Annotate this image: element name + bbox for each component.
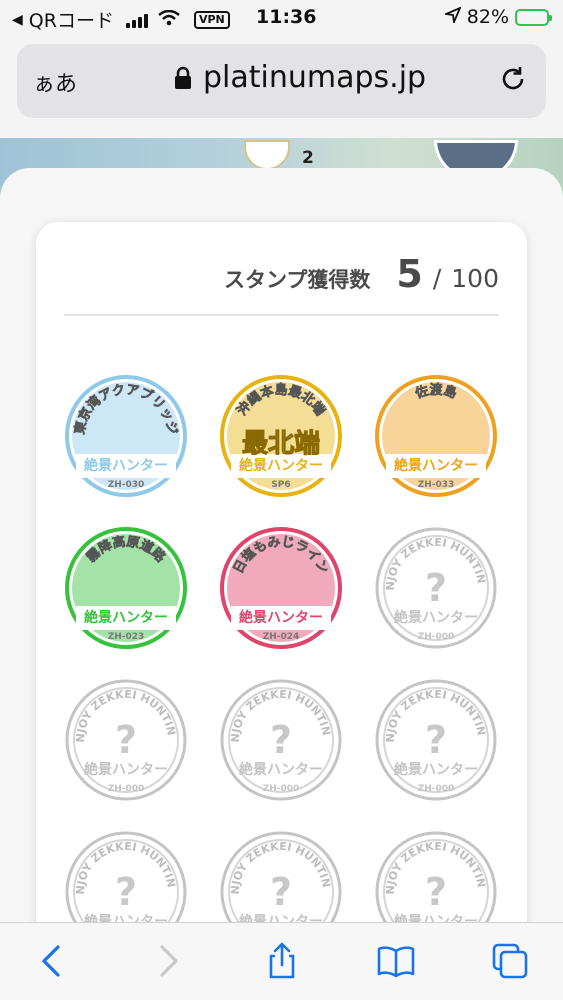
share-icon[interactable]	[262, 941, 302, 981]
stamp-code: ZH-000	[418, 784, 455, 794]
forward-icon[interactable]	[148, 941, 188, 981]
browser-toolbar	[0, 922, 563, 1000]
stamp-code: ZH-023	[108, 632, 145, 642]
svg-text:?: ?	[270, 870, 292, 914]
status-bar: ◀ QRコード VPN 11:36 82%	[0, 0, 563, 36]
stamp-acquired[interactable]: 沖縄本島最北端 最北端 絶景ハンター SP6	[219, 374, 343, 498]
stamp-brand: 絶景ハンター	[84, 761, 168, 778]
stamp-acquired[interactable]: 霧降高原道路 絶景ハンター ZH-023	[64, 526, 188, 650]
stamp-code: ZH-024	[263, 632, 300, 642]
stamp-acquired[interactable]: 東京湾アクアブリッジ 絶景ハンター ZH-030	[64, 374, 188, 498]
stamp-acquired[interactable]: 佐渡島 絶景ハンター ZH-033	[374, 374, 498, 498]
stamp-code: ZH-000	[418, 632, 455, 642]
status-time: 11:36	[256, 6, 317, 28]
status-right: 82%	[442, 6, 552, 28]
battery-icon	[515, 8, 552, 26]
stamp-code: ZH-000	[263, 784, 300, 794]
status-left: ◀ QRコード VPN	[12, 6, 230, 33]
lock-icon	[173, 66, 193, 90]
stamp-acquired-count: 5	[396, 252, 423, 296]
tabs-icon[interactable]	[490, 941, 530, 981]
stamp-separator: /	[432, 264, 442, 293]
stamp-card: スタンプ獲得数 5 / 100 東京湾アクアブリッジ 絶景ハンター ZH-030 沖縄…	[36, 222, 527, 953]
stamp-locked[interactable]: ?ENJOY ZEKKEI HUNTING!絶景ハンターZH-000	[374, 678, 498, 802]
back-app-label[interactable]: QRコード	[29, 6, 114, 33]
stamp-brand: 絶景ハンター	[84, 457, 168, 474]
stamp-locked[interactable]: ?ENJOY ZEKKEI HUNTING!絶景ハンターZH-000	[219, 678, 343, 802]
stamp-total-count: 100	[451, 264, 499, 293]
stamp-code: SP6	[271, 480, 290, 490]
url-text[interactable]: platinumaps.jp	[203, 60, 426, 95]
svg-text:?: ?	[270, 718, 292, 762]
stamp-brand: 絶景ハンター	[239, 609, 323, 626]
svg-text:?: ?	[425, 718, 447, 762]
stamp-brand: 絶景ハンター	[239, 457, 323, 474]
stamp-brand: 絶景ハンター	[394, 609, 478, 626]
browser-chrome: ぁあ platinumaps.jp	[0, 36, 563, 138]
cellular-signal-icon	[125, 12, 148, 28]
stamp-brand: 絶景ハンター	[394, 457, 478, 474]
wifi-icon	[158, 9, 180, 31]
svg-text:?: ?	[115, 718, 137, 762]
map-marker-count: 2	[302, 148, 314, 168]
stamp-code: ZH-030	[108, 480, 145, 490]
vpn-badge: VPN	[193, 10, 230, 29]
stamp-big-text: 最北端	[242, 429, 320, 459]
stamp-brand: 絶景ハンター	[394, 761, 478, 778]
stamp-count-label: スタンプ獲得数	[224, 268, 371, 292]
stamp-sheet: スタンプ獲得数 5 / 100 東京湾アクアブリッジ 絶景ハンター ZH-030 沖縄…	[0, 168, 563, 953]
svg-text:?: ?	[425, 870, 447, 914]
svg-text:?: ?	[425, 566, 447, 610]
stamp-count: スタンプ獲得数 5 / 100	[224, 252, 499, 296]
stamp-acquired[interactable]: 日塩もみじライン 絶景ハンター ZH-024	[219, 526, 343, 650]
battery-percent: 82%	[466, 6, 509, 28]
stamp-brand: 絶景ハンター	[239, 761, 323, 778]
divider	[64, 314, 499, 316]
stamp-locked[interactable]: ?ENJOY ZEKKEI HUNTING!絶景ハンターZH-000	[374, 526, 498, 650]
back-icon[interactable]	[32, 941, 72, 981]
text-size-button[interactable]: ぁあ	[33, 66, 77, 98]
bookmarks-icon[interactable]	[376, 941, 416, 981]
back-to-app-icon[interactable]: ◀	[12, 12, 23, 28]
stamp-code: ZH-033	[418, 480, 455, 490]
stamp-locked[interactable]: ?ENJOY ZEKKEI HUNTING!絶景ハンターZH-000	[64, 678, 188, 802]
stamp-brand: 絶景ハンター	[84, 609, 168, 626]
reload-icon[interactable]	[498, 64, 528, 94]
svg-text:?: ?	[115, 870, 137, 914]
stamp-code: ZH-000	[108, 784, 145, 794]
location-arrow-icon	[442, 6, 462, 28]
address-bar[interactable]: ぁあ platinumaps.jp	[17, 44, 546, 118]
